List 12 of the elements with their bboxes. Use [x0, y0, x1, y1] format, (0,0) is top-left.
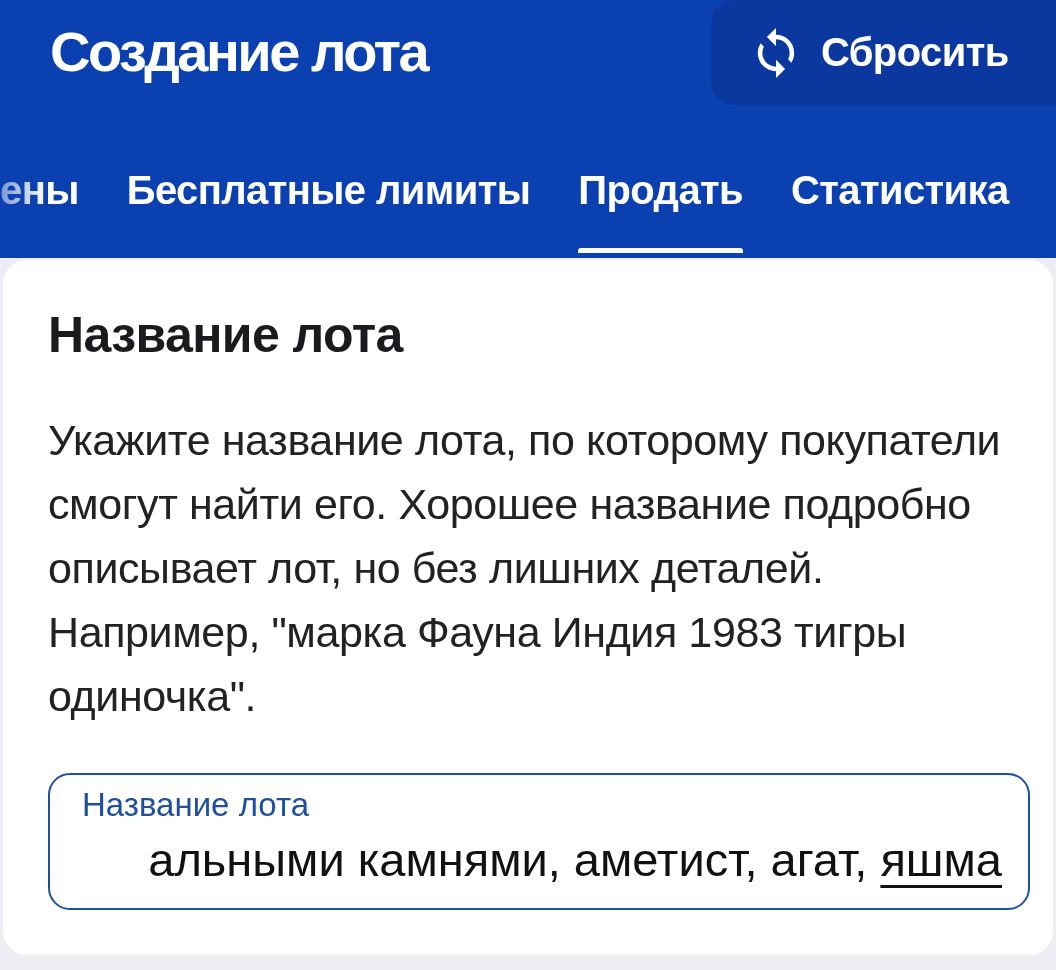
section-title: Название лота — [48, 306, 405, 365]
description-text: Укажите название лота, по которому покупатели смогут найти его. Хорошее название подробно описывает лот, но без лишних деталей. Например, "марка Фауна Индия 1983 тигры одиночка". — [48, 415, 1002, 722]
tab[interactable]: Статистика — [767, 145, 1033, 258]
text-field[interactable]: Название лота альными камнями, аметист, агат, яшма — [48, 773, 1030, 910]
sync-icon — [757, 27, 795, 78]
tab[interactable]: Продать — [554, 145, 768, 258]
tab[interactable]: ены — [0, 145, 103, 258]
tab[interactable]: Бесплатные лимиты — [102, 145, 555, 258]
field-value: альными камнями, аметист, агат, яшма — [148, 832, 1002, 888]
reset-button[interactable]: Сбросить — [711, 0, 1056, 105]
page-title: Создание лота — [49, 19, 428, 82]
field-label: Название лота — [82, 785, 309, 825]
